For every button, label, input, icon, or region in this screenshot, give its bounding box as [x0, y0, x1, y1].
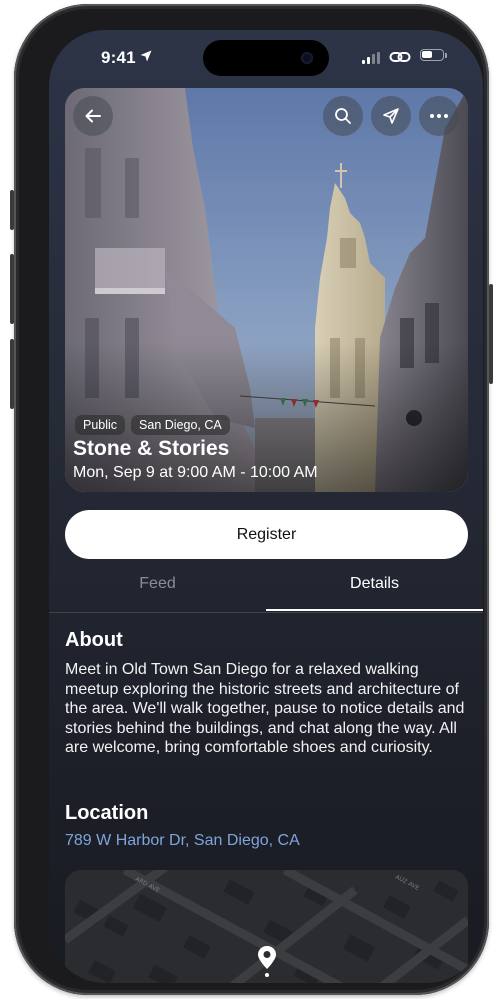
- search-button[interactable]: [323, 96, 363, 136]
- search-icon: [335, 108, 351, 124]
- event-datetime: Mon, Sep 9 at 9:00 AM - 10:00 AM: [73, 464, 318, 481]
- status-bar: 9:41: [49, 30, 483, 90]
- cellular-signal-icon: [362, 52, 380, 64]
- volume-down-button: [10, 339, 14, 409]
- power-button: [489, 284, 493, 384]
- volume-up-button: [10, 254, 14, 324]
- event-tabs: Feed Details: [49, 570, 483, 613]
- front-camera: [301, 52, 313, 64]
- location-heading: Location: [65, 802, 149, 824]
- about-heading: About: [65, 629, 123, 651]
- city-chip: San Diego, CA: [131, 415, 230, 435]
- more-button[interactable]: [419, 96, 459, 136]
- screen: 9:41 Public San Diego, CA Stone & Storie…: [49, 30, 483, 983]
- mute-switch: [10, 190, 14, 230]
- more-icon: [430, 114, 448, 118]
- event-tags: Public San Diego, CA: [75, 415, 230, 435]
- event-title: Stone & Stories: [73, 437, 230, 460]
- dynamic-island: [203, 40, 329, 76]
- tab-details[interactable]: Details: [266, 570, 483, 610]
- link-icon: [389, 52, 411, 62]
- event-cover-image: Public San Diego, CA Stone & Stories Mon…: [65, 88, 468, 492]
- event-address-link[interactable]: 789 W Harbor Dr, San Diego, CA: [65, 832, 300, 850]
- register-button[interactable]: Register: [65, 510, 468, 559]
- active-tab-indicator: [266, 609, 483, 611]
- battery-icon: [420, 49, 444, 61]
- tab-feed[interactable]: Feed: [49, 570, 266, 610]
- battery-tip: [445, 53, 447, 58]
- back-arrow-icon: [85, 109, 101, 123]
- visibility-chip: Public: [75, 415, 126, 435]
- status-time: 9:41: [101, 48, 136, 67]
- back-button[interactable]: [73, 96, 113, 136]
- map-pin-icon: [258, 946, 276, 977]
- phone-frame: 9:41 Public San Diego, CA Stone & Storie…: [10, 4, 493, 995]
- share-icon: [383, 108, 399, 124]
- share-button[interactable]: [371, 96, 411, 136]
- location-arrow-icon: [140, 50, 152, 62]
- about-description: Meet in Old Town San Diego for a relaxed…: [65, 661, 465, 756]
- location-map[interactable]: ARD AVE AUZ AVE: [65, 870, 468, 983]
